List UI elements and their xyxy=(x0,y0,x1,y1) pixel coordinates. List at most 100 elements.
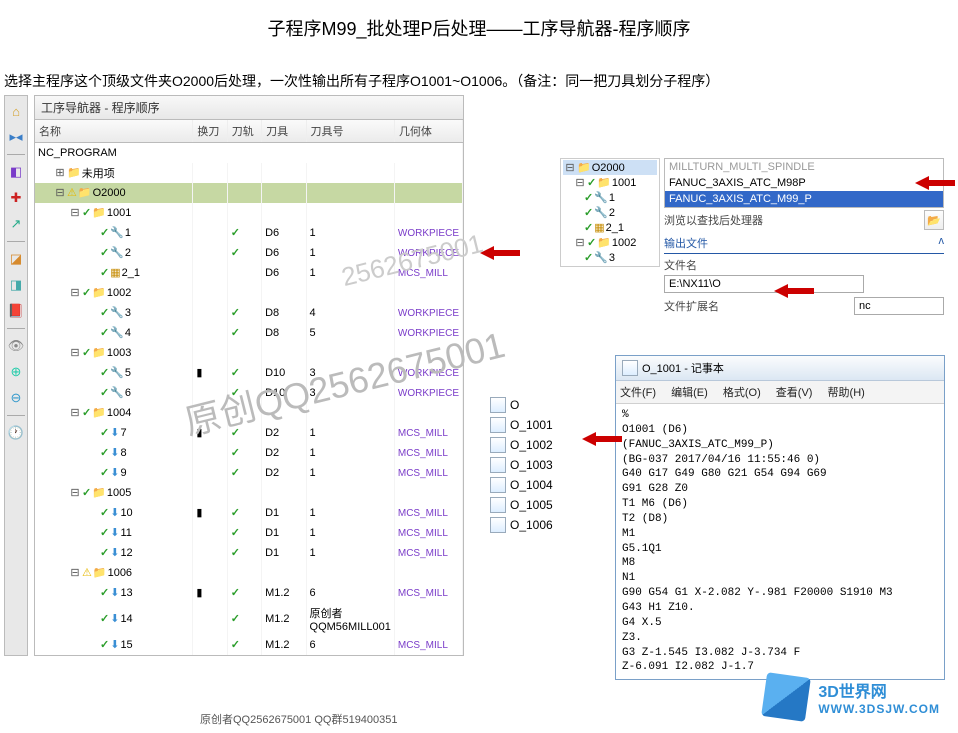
tree-item[interactable]: ✓🔧1 xyxy=(38,226,189,239)
cell-tc xyxy=(193,283,227,303)
cell-geom xyxy=(394,603,462,635)
tool-icon-11[interactable]: ⊖ xyxy=(7,389,25,407)
tree-item[interactable]: ✓⬇7 xyxy=(38,426,189,439)
mini-tree-item[interactable]: ✓🔧1 xyxy=(563,190,657,205)
tree-item[interactable]: ⊞📁未用项 xyxy=(38,165,189,181)
tree-item[interactable]: ⊟✓📁1001 xyxy=(38,206,189,219)
postprocessor-list[interactable]: MILLTURN_MULTI_SPINDLE FANUC_3AXIS_ATC_M… xyxy=(664,158,944,208)
cell-tc xyxy=(193,563,227,583)
menu-help[interactable]: 帮助(H) xyxy=(828,387,865,399)
post-item[interactable]: MILLTURN_MULTI_SPINDLE xyxy=(665,159,943,175)
tree-item[interactable]: ⊟✓📁1003 xyxy=(38,346,189,359)
mini-tree-item[interactable]: ⊟✓📁1001 xyxy=(563,175,657,190)
cell-num: 1 xyxy=(306,423,394,443)
cell-tc xyxy=(193,543,227,563)
tool-icon-9[interactable]: 👁 xyxy=(7,337,25,355)
page-title: 子程序M99_批处理P后处理——工序导航器-程序顺序 xyxy=(0,15,958,41)
tree-item[interactable]: ⊟✓📁1005 xyxy=(38,486,189,499)
col-geom[interactable]: 几何体 xyxy=(394,120,462,143)
tree-item[interactable]: ⊟✓📁1002 xyxy=(38,286,189,299)
tree-item[interactable]: ⊟✓📁1004 xyxy=(38,406,189,419)
tree-item[interactable]: ✓🔧3 xyxy=(38,306,189,319)
tree-toggle[interactable]: ⊟ xyxy=(69,286,81,299)
tree-item[interactable]: ✓⬇12 xyxy=(38,546,189,559)
tree-toggle[interactable]: ⊞ xyxy=(54,166,66,179)
tree-toggle[interactable]: ⊟ xyxy=(54,186,66,199)
menu-file[interactable]: 文件(F) xyxy=(620,387,656,399)
tree-item[interactable]: ⊟⚠📁O2000 xyxy=(38,186,189,199)
tree-item[interactable]: ✓⬇8 xyxy=(38,446,189,459)
cell-tool: D6 xyxy=(262,243,306,263)
tool-icon-7[interactable]: ◨ xyxy=(7,276,25,294)
menu-edit[interactable]: 编辑(E) xyxy=(671,387,708,399)
col-tool[interactable]: 刀具 xyxy=(262,120,306,143)
tool-icon-6[interactable]: ◪ xyxy=(7,250,25,268)
file-item[interactable]: O_1001 xyxy=(490,415,553,435)
tree-item[interactable]: ✓🔧2 xyxy=(38,246,189,259)
tool-icon-4[interactable]: ✚ xyxy=(7,189,25,207)
tree-toggle[interactable]: ⊟ xyxy=(69,566,81,579)
mini-tree-item[interactable]: ✓▦2_1 xyxy=(563,220,657,235)
mini-tree[interactable]: ⊟📁O2000⊟✓📁1001✓🔧1✓🔧2✓▦2_1⊟✓📁1002✓🔧3 xyxy=(560,158,660,267)
file-item[interactable]: O_1005 xyxy=(490,495,553,515)
notepad-menubar: 文件(F) 编辑(E) 格式(O) 查看(V) 帮助(H) xyxy=(616,381,944,404)
tree-item[interactable]: ✓⬇15 xyxy=(38,638,189,651)
col-num[interactable]: 刀具号 xyxy=(306,120,394,143)
cell-num xyxy=(306,343,394,363)
post-item[interactable]: FANUC_3AXIS_ATC_M98P xyxy=(665,175,943,191)
tree-toggle[interactable]: ⊟ xyxy=(69,346,81,359)
cell-path: ✓ xyxy=(227,423,261,443)
menu-view[interactable]: 查看(V) xyxy=(776,387,813,399)
file-item[interactable]: O_1003 xyxy=(490,455,553,475)
tool-icon-2[interactable]: ▸◂ xyxy=(7,128,25,146)
cell-tc xyxy=(193,603,227,635)
cell-tool: D10 xyxy=(262,363,306,383)
tool-icon-10[interactable]: ⊕ xyxy=(7,363,25,381)
file-item[interactable]: O_1006 xyxy=(490,515,553,535)
cell-geom: MCS_MILL xyxy=(394,263,462,283)
tree-item[interactable]: ✓🔧6 xyxy=(38,386,189,399)
notepad-body[interactable]: % O1001 (D6) (FANUC_3AXIS_ATC_M99_P) (BG… xyxy=(616,404,944,679)
post-item-selected[interactable]: FANUC_3AXIS_ATC_M99_P xyxy=(665,191,943,207)
col-path[interactable]: 刀轨 xyxy=(227,120,261,143)
browse-button[interactable]: 📂 xyxy=(924,210,944,230)
file-item[interactable]: O_1004 xyxy=(490,475,553,495)
menu-format[interactable]: 格式(O) xyxy=(723,387,761,399)
file-item[interactable]: O_1002 xyxy=(490,435,553,455)
collapse-icon[interactable]: ʌ xyxy=(939,235,945,251)
file-icon xyxy=(490,437,506,453)
mini-tree-item[interactable]: ⊟📁O2000 xyxy=(563,160,657,175)
cell-num xyxy=(306,163,394,183)
tree-toggle[interactable]: ⊟ xyxy=(69,406,81,419)
tool-icon-1[interactable]: ⌂ xyxy=(7,102,25,120)
tool-icon-3[interactable]: ◧ xyxy=(7,163,25,181)
tree-item[interactable]: ✓⬇11 xyxy=(38,526,189,539)
notepad-titlebar[interactable]: O_1001 - 记事本 xyxy=(616,356,944,381)
cell-path xyxy=(227,163,261,183)
tree-toggle[interactable]: ⊟ xyxy=(69,486,81,499)
col-name[interactable]: 名称 xyxy=(35,120,193,143)
tree-item[interactable]: ✓🔧5 xyxy=(38,366,189,379)
tree-item[interactable]: ⊟⚠📁1006 xyxy=(38,566,189,579)
tree-item[interactable]: ✓▦2_1 xyxy=(38,266,189,279)
tree-item[interactable]: ✓⬇13 xyxy=(38,586,189,599)
tool-icon-5[interactable]: ↗ xyxy=(7,215,25,233)
mini-tree-item[interactable]: ✓🔧2 xyxy=(563,205,657,220)
file-item[interactable]: O xyxy=(490,395,553,415)
tree-item[interactable]: ✓⬇14 xyxy=(38,612,189,625)
left-toolbar: ⌂ ▸◂ ◧ ✚ ↗ ◪ ◨ 📕 👁 ⊕ ⊖ 🕐 xyxy=(4,95,28,656)
tree-item[interactable]: ✓⬇9 xyxy=(38,466,189,479)
col-tc[interactable]: 换刀 xyxy=(193,120,227,143)
filename-input[interactable] xyxy=(664,275,864,293)
tree-root[interactable]: NC_PROGRAM xyxy=(38,147,459,159)
output-section[interactable]: 输出文件 ʌ xyxy=(664,233,944,254)
tree-item[interactable]: ✓⬇10 xyxy=(38,506,189,519)
cell-path: ✓ xyxy=(227,503,261,523)
tool-icon-12[interactable]: 🕐 xyxy=(7,424,25,442)
tool-icon-8[interactable]: 📕 xyxy=(7,302,25,320)
tree-item[interactable]: ✓🔧4 xyxy=(38,326,189,339)
tree-toggle[interactable]: ⊟ xyxy=(69,206,81,219)
mini-tree-item[interactable]: ✓🔧3 xyxy=(563,250,657,265)
ext-input[interactable] xyxy=(854,297,944,315)
mini-tree-item[interactable]: ⊟✓📁1002 xyxy=(563,235,657,250)
